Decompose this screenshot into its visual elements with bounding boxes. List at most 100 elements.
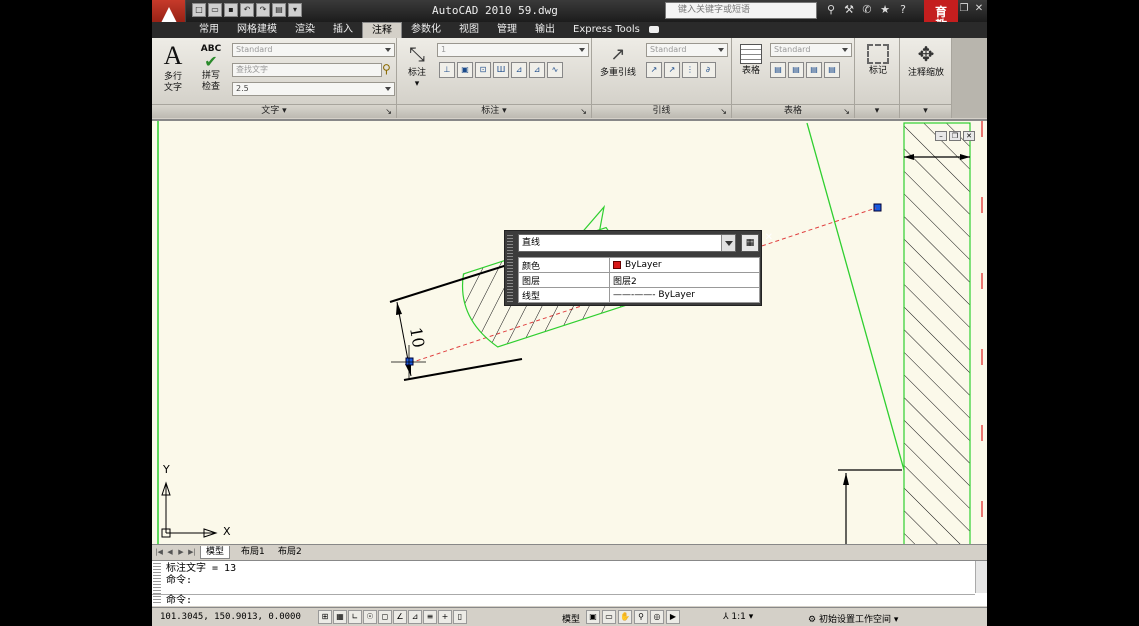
multiline-text-button[interactable]: A 多行 文字 [158,42,188,94]
leader-panel-footer[interactable]: 引线 ↘ [592,104,731,118]
dim-textangle-icon[interactable]: ⊿ [529,62,545,78]
dim-jog-icon[interactable]: ∿ [547,62,563,78]
text-style-select[interactable]: Standard [232,43,395,57]
grip-point[interactable] [873,203,882,212]
property-row[interactable]: 线型 ——-——- ByLayer [518,287,760,303]
link-data-icon[interactable]: ▤ [788,62,804,78]
dialog-launcher-icon[interactable]: ↘ [843,105,850,118]
zoom-icon[interactable]: ⚲ [634,610,648,624]
close-icon[interactable]: ✕ [765,232,773,243]
first-layout-icon[interactable]: |◀ [154,547,164,557]
dialog-launcher-icon[interactable]: ↘ [580,105,587,118]
properties-palette-icon[interactable]: ▦ [741,234,759,252]
subscription-icon[interactable]: ⚒ [842,3,856,17]
tab-layout1[interactable]: 布局1 [236,546,270,559]
showmotion-icon[interactable]: ▶ [666,610,680,624]
ribbon-tab[interactable]: 视图 [450,22,488,38]
spell-check-button[interactable]: ABC ✔ 拼写 检查 [196,44,226,93]
ribbon-tab[interactable]: 输出 [526,22,564,38]
dim-space-icon[interactable]: ▣ [457,62,473,78]
lineweight-icon[interactable]: + [438,610,452,624]
text-height-select[interactable]: 2.5 [232,82,395,96]
property-value[interactable]: ——-——- ByLayer [609,287,760,303]
minimize-ribbon-icon[interactable] [649,26,659,33]
prev-layout-icon[interactable]: ◀ [165,547,175,557]
undo-icon[interactable]: ↶ [240,3,254,17]
osnap-icon[interactable]: ◻ [378,610,392,624]
text-panel-footer[interactable]: 文字 ▾ ↘ [152,104,396,118]
dim-break-icon[interactable]: ⊥ [439,62,455,78]
new-file-icon[interactable]: □ [192,3,206,17]
ribbon-tab[interactable]: Express Tools [564,22,649,38]
dim-oblique-icon[interactable]: ⊿ [511,62,527,78]
qat-dropdown-icon[interactable]: ▾ [288,3,302,17]
drag-handle[interactable] [507,235,513,303]
download-source-icon[interactable]: ▤ [806,62,822,78]
next-layout-icon[interactable]: ▶ [176,547,186,557]
add-leader-icon[interactable]: ↗ [646,62,662,78]
model-label[interactable]: 模型 [562,612,580,625]
otrack-icon[interactable]: ∠ [393,610,407,624]
dim-continue-icon[interactable]: Ш [493,62,509,78]
ribbon-tab[interactable]: 参数化 [402,22,450,38]
command-input[interactable]: 命令: [152,594,975,607]
property-value[interactable]: ByLayer [609,257,760,273]
ribbon-tab[interactable]: 插入 [324,22,362,38]
restore-icon[interactable]: ❐ [949,131,961,141]
restore-icon[interactable]: ❐ [958,3,970,15]
table-panel-footer[interactable]: 表格 ↘ [732,104,854,118]
multileader-button[interactable]: ↗ 多重引线 [596,44,640,79]
annotation-scaling-footer[interactable]: ▾ [900,104,951,118]
markup-panel-footer[interactable]: ▾ [855,104,899,118]
qp-toggle-icon[interactable]: ▯ [453,610,467,624]
property-value[interactable]: 图层2 [609,272,760,288]
pan-icon[interactable]: ✋ [618,610,632,624]
ribbon-tab[interactable]: 渲染 [286,22,324,38]
ortho-icon[interactable]: ∟ [348,610,362,624]
ribbon-tab[interactable]: 网格建模 [228,22,286,38]
help-icon[interactable]: ? [896,3,910,17]
minimize-icon[interactable]: – [935,131,947,141]
favorites-star-icon[interactable]: ★ [878,3,892,17]
find-text-input[interactable]: 查找文字 [232,63,382,77]
coordinate-display[interactable]: 101.3045, 150.9013, 0.0000 [160,612,301,622]
open-file-icon[interactable]: ▭ [208,3,222,17]
close-icon[interactable]: ✕ [963,131,975,141]
dialog-launcher-icon[interactable]: ↘ [385,105,392,118]
dyn-icon[interactable]: ≡ [423,610,437,624]
markup-button[interactable]: 标记 [861,44,895,77]
dim-style-select[interactable]: 1 [437,43,589,57]
object-type-select[interactable]: 直线 [518,234,736,252]
drawing-canvas[interactable]: 10 Y X – ❐ ✕ [152,119,987,544]
ribbon-tab[interactable]: 常用 [190,22,228,38]
workspace-switch[interactable]: ⚙ 初始设置工作空间 ▾ [808,612,898,625]
remove-leader-icon[interactable]: ↗ [664,62,680,78]
polar-icon[interactable]: ☉ [363,610,377,624]
upload-source-icon[interactable]: ▤ [824,62,840,78]
annotation-scaling-button[interactable]: ✥ 注释缩放 [902,42,950,79]
property-row[interactable]: 颜色 ByLayer [518,257,760,273]
communication-icon[interactable]: ✆ [860,3,874,17]
find-replace-icon[interactable]: ⚲ [382,62,391,76]
binoculars-icon[interactable]: ⚲ [824,3,838,17]
table-style-select[interactable]: Standard [770,43,852,57]
tab-model[interactable]: 模型 [200,546,231,559]
redo-icon[interactable]: ↷ [256,3,270,17]
dimension-button[interactable]: ⤡ 标注 ▾ [402,42,432,90]
grid-icon[interactable]: ▦ [333,610,347,624]
layout-view-icon[interactable]: ▣ [586,610,600,624]
extract-data-icon[interactable]: ▤ [770,62,786,78]
multileader-style-select[interactable]: Standard [646,43,728,57]
collect-leader-icon[interactable]: ∂ [700,62,716,78]
close-icon[interactable]: ✕ [973,3,985,15]
snap-icon[interactable]: ⊞ [318,610,332,624]
dim-text[interactable]: 10 [406,326,428,349]
tab-layout2[interactable]: 布局2 [273,546,307,559]
align-leader-icon[interactable]: ⋮ [682,62,698,78]
dim-inspect-icon[interactable]: ⊡ [475,62,491,78]
layout-icon[interactable]: ▭ [602,610,616,624]
plot-icon[interactable]: ▤ [272,3,286,17]
last-layout-icon[interactable]: ▶| [187,547,197,557]
annotation-scale[interactable]: ⅄ 1:1 ▾ [723,612,753,622]
ribbon-tab[interactable]: 注释 [362,22,402,38]
